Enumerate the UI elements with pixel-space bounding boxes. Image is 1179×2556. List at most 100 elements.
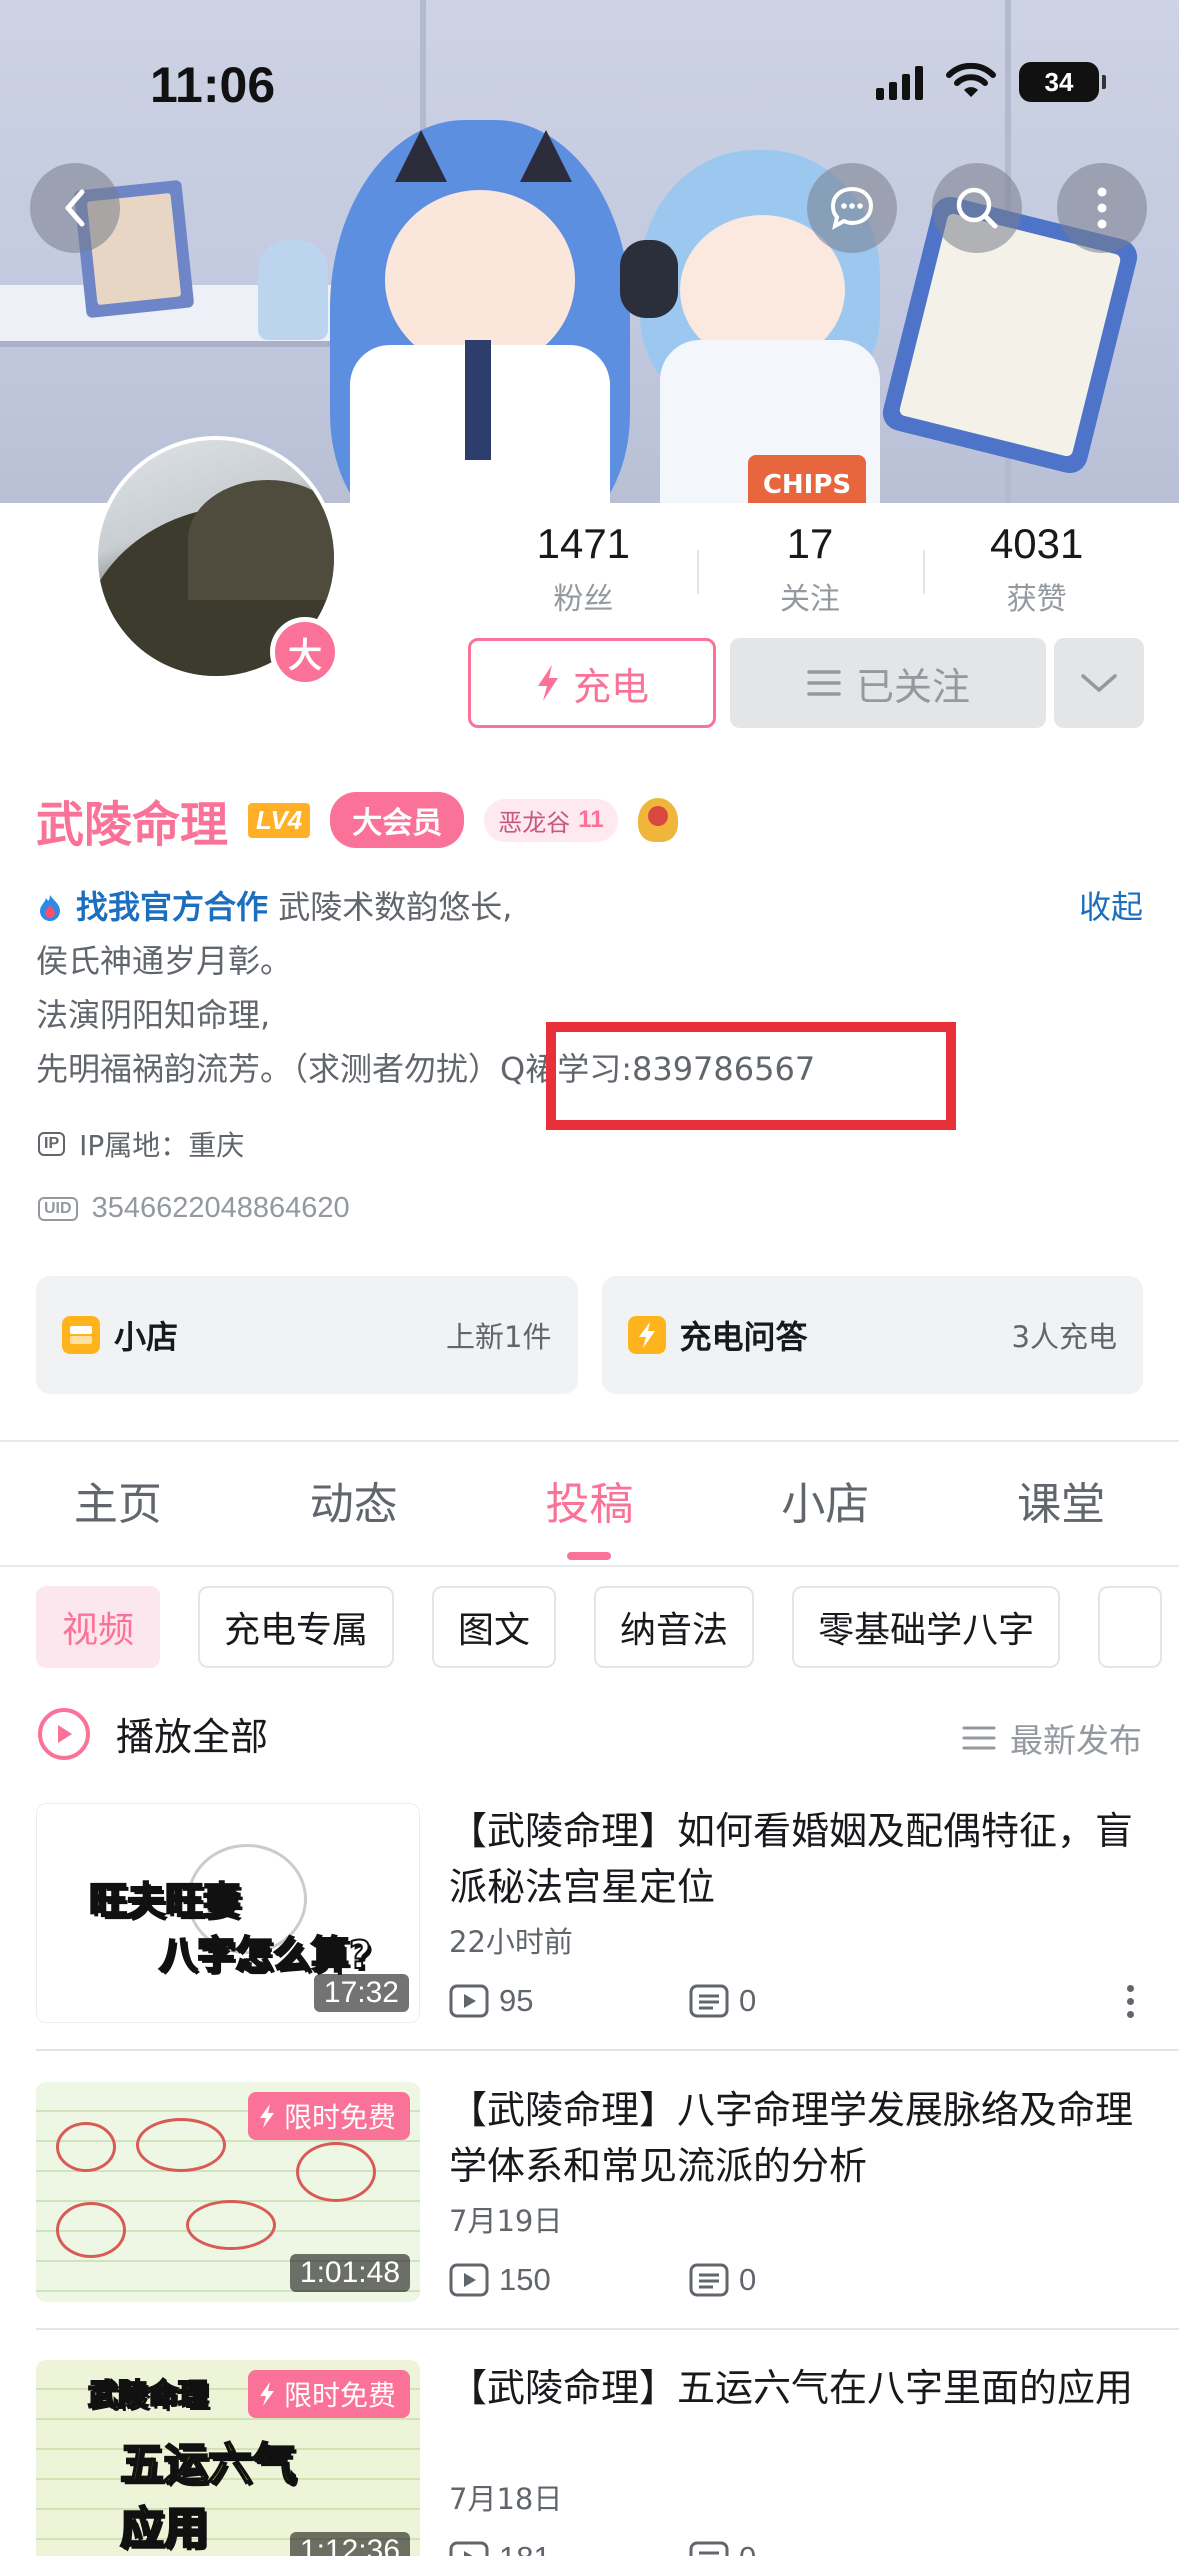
chip-nayin[interactable]: 纳音法 xyxy=(594,1586,755,1668)
user-name: 武陵命理 xyxy=(36,797,229,853)
tabs-divider xyxy=(0,1565,1179,1567)
sort-label: 最新发布 xyxy=(1010,1721,1142,1760)
level-badge: LV4 xyxy=(248,802,311,838)
free-badge: 限时免费 xyxy=(247,2370,410,2418)
shop-card[interactable]: 小店 上新1件 xyxy=(36,1276,578,1394)
stat-number: 1471 xyxy=(536,520,631,567)
video-item[interactable]: 旺夫旺妻 八字怎么算? 17:32 【武陵命理】如何看婚姻及配偶特征，盲派秘法宫… xyxy=(36,1803,1179,2063)
charge-qa-title: 充电问答 xyxy=(679,1318,808,1356)
video-thumbnail: 限时免费 1:01:48 xyxy=(36,2082,420,2302)
medal-level: 11 xyxy=(578,806,604,833)
tab-shop[interactable]: 小店 xyxy=(707,1470,943,1570)
bio-line: 武陵术数韵悠长, xyxy=(278,888,513,926)
section-divider xyxy=(0,1440,1179,1442)
video-stats: 150 0 xyxy=(449,2262,929,2298)
medal-name: 恶龙谷 xyxy=(498,808,571,837)
view-count: 150 xyxy=(499,2262,551,2297)
expand-recommend-button[interactable] xyxy=(1054,638,1144,728)
comment-count: 0 xyxy=(739,1983,757,2018)
name-row: 武陵命理 LV4 大会员 恶龙谷 11 xyxy=(36,785,678,855)
thumb-caption: 应用 xyxy=(119,2502,209,2555)
sort-button[interactable]: 最新发布 xyxy=(962,1714,1142,1762)
uid-row: UID 3546622048864620 xyxy=(38,1192,350,1225)
charge-button-label: 充电 xyxy=(572,664,649,709)
comment-count: 0 xyxy=(739,2540,756,2556)
achievement-icon[interactable] xyxy=(637,798,678,842)
followed-button[interactable]: 已关注 xyxy=(730,638,1046,728)
tab-home[interactable]: 主页 xyxy=(0,1470,236,1570)
comment-count-icon xyxy=(689,1984,729,2018)
search-button[interactable] xyxy=(932,163,1022,253)
collapse-bio-button[interactable]: 收起 xyxy=(1079,880,1143,934)
followed-button-label: 已关注 xyxy=(855,664,970,709)
video-item[interactable]: 武陵命理 五运六气 应用 限时免费 1:12:36 【武陵命理】五运六气在八字里… xyxy=(36,2360,1179,2556)
status-time: 11:06 xyxy=(150,57,276,113)
official-cooperation-link[interactable]: 找我官方合作 xyxy=(76,888,268,926)
uid-tag-icon: UID xyxy=(38,1196,78,1221)
play-count-icon xyxy=(449,1984,489,2018)
video-duration: 1:01:48 xyxy=(289,2254,410,2292)
official-flame-icon xyxy=(40,895,60,921)
fan-medal[interactable]: 恶龙谷 11 xyxy=(484,798,618,842)
video-date: 7月19日 xyxy=(449,2204,563,2238)
video-date: 22小时前 xyxy=(449,1925,573,1959)
profile-stats: 1471 粉丝 17 关注 4031 获赞 xyxy=(470,520,1150,618)
stat-fans[interactable]: 1471 粉丝 xyxy=(470,520,697,618)
status-icons: 34 xyxy=(876,62,1106,102)
tab-uploads[interactable]: 投稿 xyxy=(472,1470,708,1570)
stat-number: 17 xyxy=(786,520,834,567)
row-divider xyxy=(36,2049,1179,2051)
message-button[interactable] xyxy=(807,163,897,253)
thumb-caption: 八字怎么算? xyxy=(158,1932,372,1978)
lightning-icon xyxy=(537,665,558,701)
chip-charge-exclusive[interactable]: 充电专属 xyxy=(198,1586,395,1668)
battery-icon: 34 xyxy=(1019,62,1106,102)
charge-button[interactable]: 充电 xyxy=(468,638,716,728)
chip-video[interactable]: 视频 xyxy=(36,1586,161,1668)
chip-article[interactable]: 图文 xyxy=(432,1586,557,1668)
thumb-caption: 武陵命理 xyxy=(87,2377,209,2414)
sort-lines-icon xyxy=(962,1726,996,1750)
video-stats: 95 0 xyxy=(449,1983,929,2019)
stat-likes[interactable]: 4031 获赞 xyxy=(923,520,1150,618)
video-duration: 1:12:36 xyxy=(289,2532,410,2556)
search-icon xyxy=(956,187,998,229)
view-count: 95 xyxy=(499,1983,534,2018)
charge-qa-card[interactable]: 充电问答 3人充电 xyxy=(601,1276,1143,1394)
back-button[interactable] xyxy=(30,163,120,253)
more-vertical-icon[interactable] xyxy=(1127,1985,1137,2018)
chevron-down-icon xyxy=(1081,674,1117,692)
stat-following[interactable]: 17 关注 xyxy=(696,520,924,618)
chip-more[interactable] xyxy=(1098,1586,1162,1668)
stat-label: 粉丝 xyxy=(553,582,614,617)
vip-avatar-badge: 大 xyxy=(270,617,340,687)
tab-classroom[interactable]: 课堂 xyxy=(943,1470,1179,1570)
play-count-icon xyxy=(449,2541,489,2556)
chat-bubble-icon xyxy=(830,186,874,230)
filter-chips: 视频 充电专属 图文 纳音法 零基础学八字 xyxy=(36,1586,1162,1668)
video-title: 【武陵命理】如何看婚姻及配偶特征，盲派秘法宫星定位 xyxy=(449,1809,1134,1909)
free-badge-label: 限时免费 xyxy=(283,2379,396,2412)
more-button[interactable] xyxy=(1057,163,1147,253)
video-item[interactable]: 限时免费 1:01:48 【武陵命理】八字命理学发展脉络及命理学体系和常见流派的… xyxy=(36,2082,1179,2342)
more-vertical-icon xyxy=(1097,187,1107,229)
video-thumbnail: 武陵命理 五运六气 应用 限时免费 1:12:36 xyxy=(36,2360,420,2556)
video-duration: 17:32 xyxy=(313,1974,409,2012)
ip-tag-icon: IP xyxy=(38,1132,66,1156)
signal-icon xyxy=(876,64,923,100)
shop-card-sub: 上新1件 xyxy=(446,1320,552,1354)
lightning-icon xyxy=(259,2382,274,2406)
bio-line: 侯氏神通岁月彰。 xyxy=(36,942,293,980)
chip-bazi-basics[interactable]: 零基础学八字 xyxy=(792,1586,1061,1668)
play-all-button[interactable]: 播放全部 xyxy=(38,1706,268,1761)
ip-location: IP IP属地：重庆 xyxy=(38,1124,244,1164)
vip-badge[interactable]: 大会员 xyxy=(330,792,465,848)
ip-text: IP属地：重庆 xyxy=(79,1129,245,1162)
tab-dynamic[interactable]: 动态 xyxy=(236,1470,472,1570)
video-thumbnail: 旺夫旺妻 八字怎么算? 17:32 xyxy=(36,1803,420,2023)
chevron-left-icon xyxy=(65,189,85,227)
view-count: 181 xyxy=(499,2540,551,2556)
play-icon xyxy=(38,1707,90,1760)
highlight-annotation-box xyxy=(546,1022,956,1130)
uid-text[interactable]: 3546622048864620 xyxy=(92,1192,350,1225)
